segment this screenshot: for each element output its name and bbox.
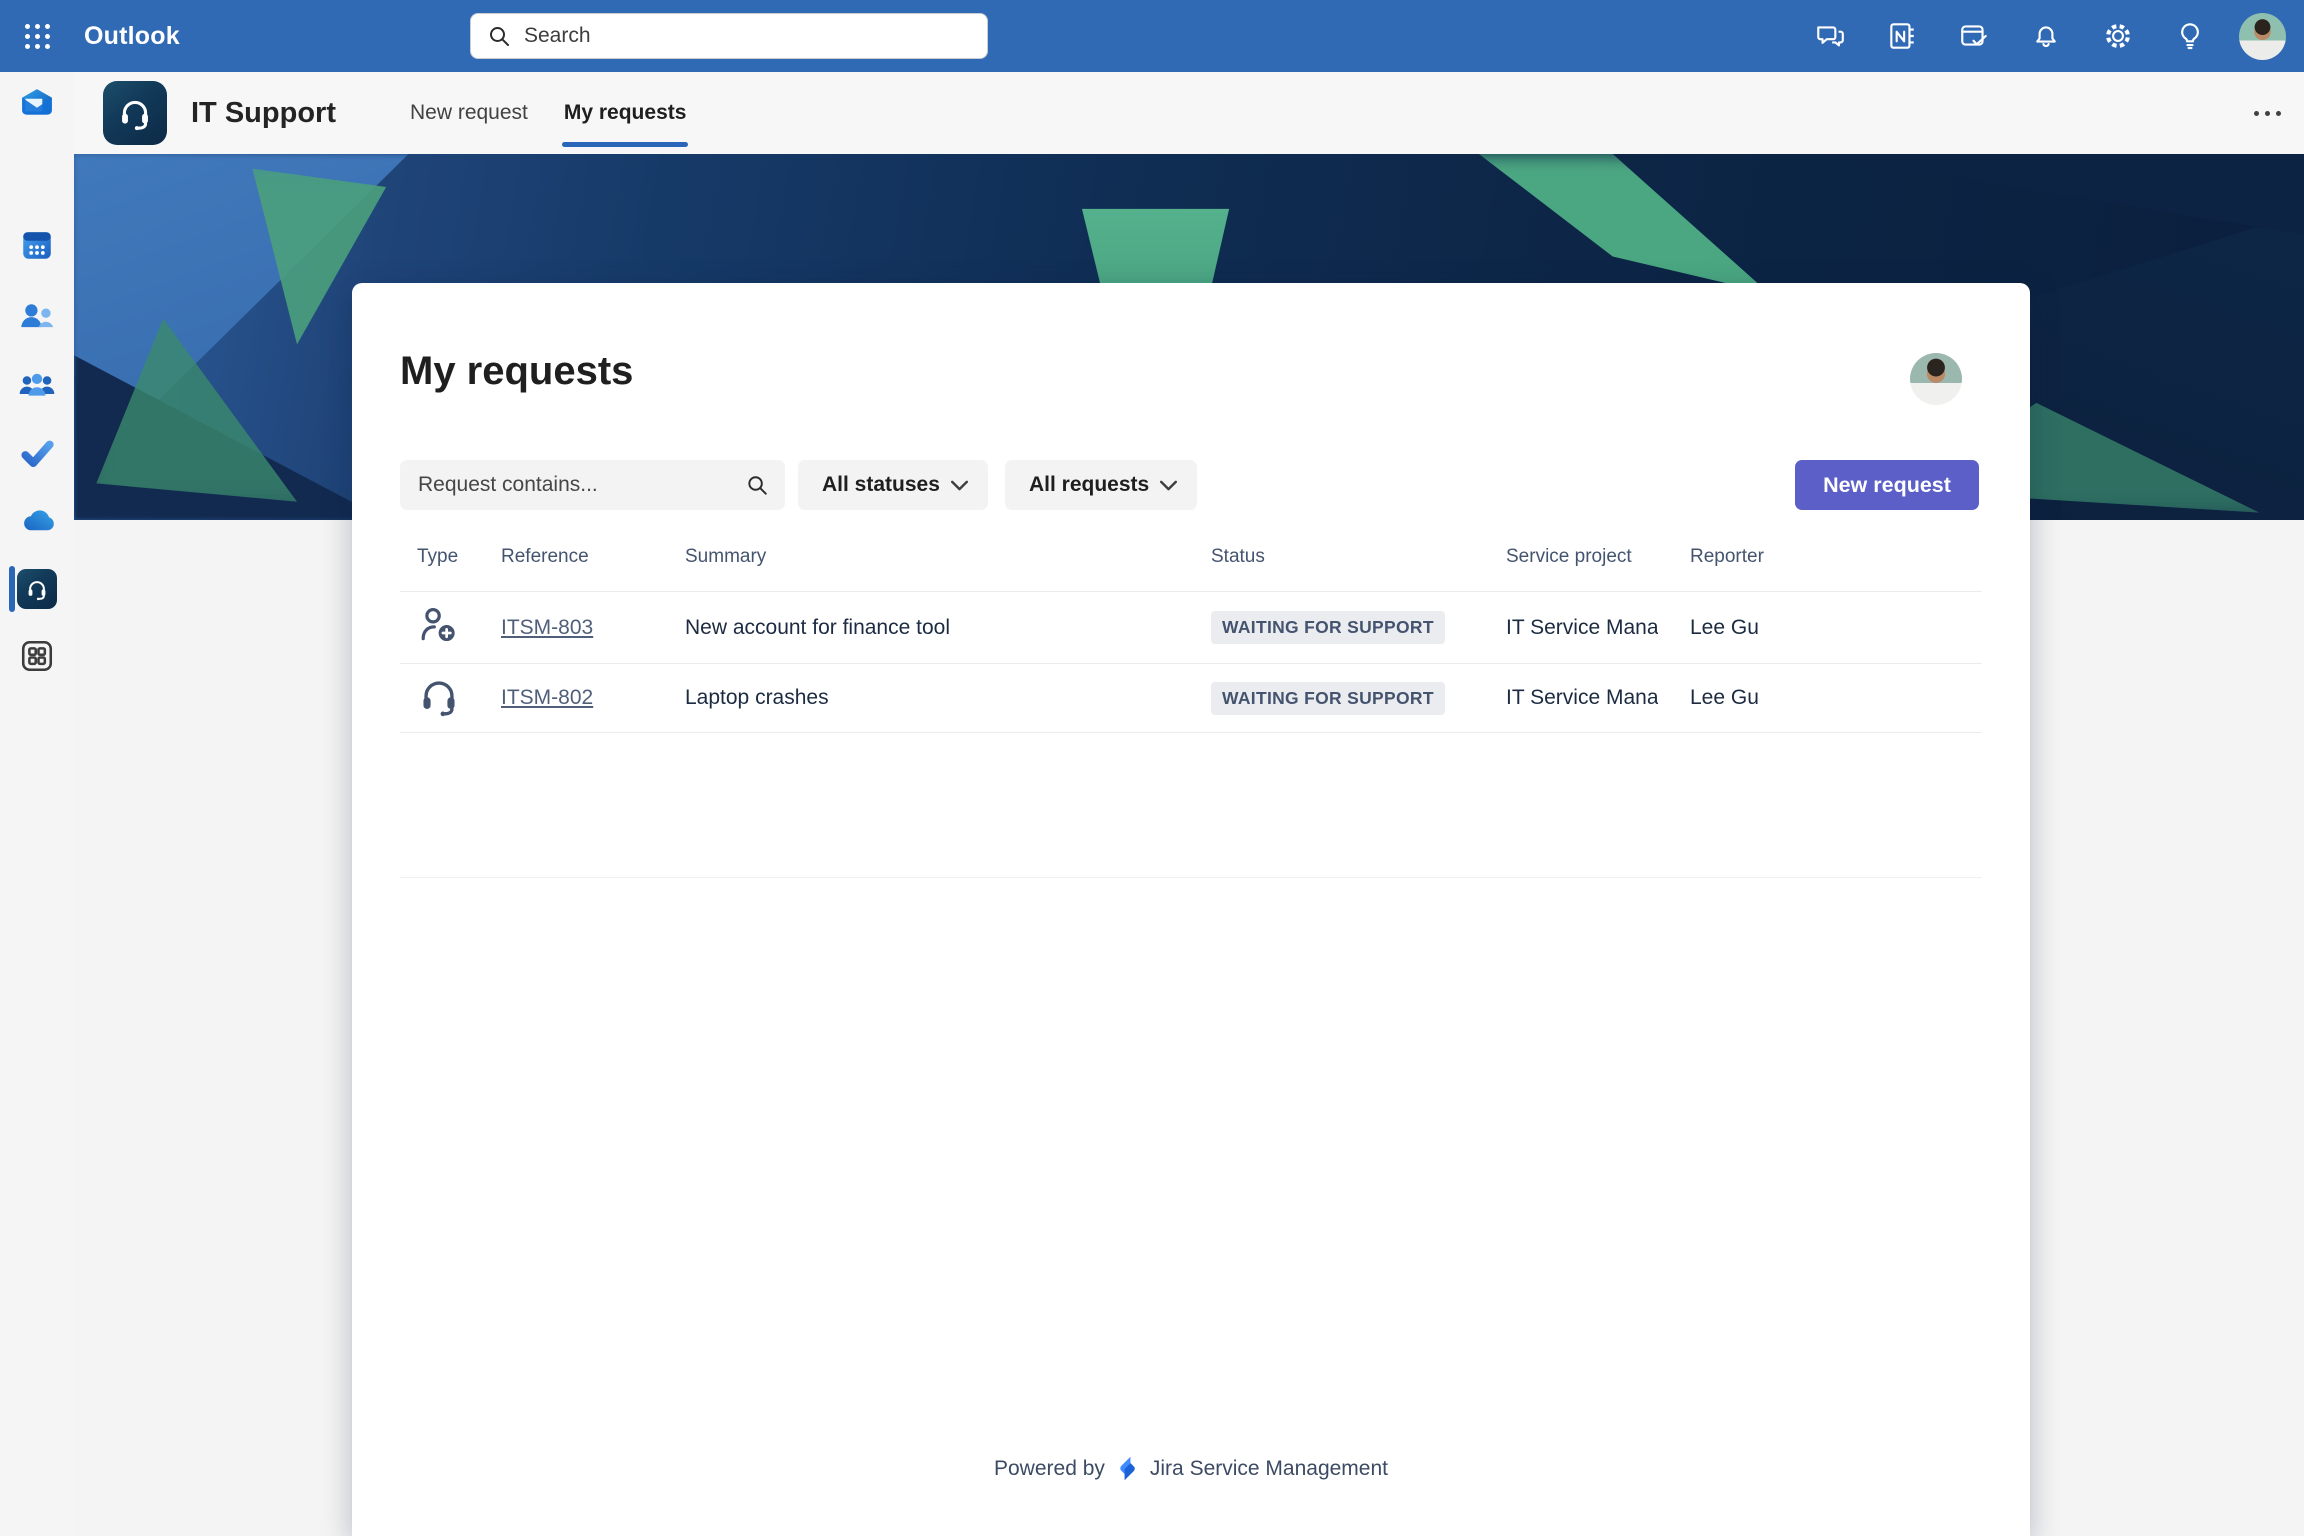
app-launcher-waffle-icon xyxy=(25,24,50,49)
col-status: Status xyxy=(1211,546,1506,568)
more-options-button[interactable] xyxy=(2254,72,2281,154)
col-summary: Summary xyxy=(685,546,1211,568)
status-badge: WAITING FOR SUPPORT xyxy=(1211,682,1445,715)
chat-button[interactable] xyxy=(1794,0,1866,72)
outlook-brand-label: Outlook xyxy=(84,22,180,51)
tips-lightbulb-icon xyxy=(2174,20,2206,52)
table-empty-area xyxy=(400,733,1982,878)
calendar-icon xyxy=(19,227,55,263)
tab-my-requests[interactable]: My requests xyxy=(564,72,687,154)
requests-table: Type Reference Summary Status Service pr… xyxy=(400,523,1982,878)
chat-icon xyxy=(1814,20,1846,52)
it-support-headset-app-icon xyxy=(17,569,57,609)
sidebar-item-groups[interactable] xyxy=(0,359,74,411)
request-filter-input[interactable] xyxy=(418,473,745,497)
sidebar-item-it-support[interactable] xyxy=(0,563,74,615)
request-reference-link[interactable]: ITSM-803 xyxy=(501,616,685,640)
new-request-button[interactable]: New request xyxy=(1795,460,1979,510)
jira-service-management-label: Jira Service Management xyxy=(1150,1457,1388,1481)
app-launcher-button[interactable] xyxy=(0,0,74,72)
my-requests-card: My requests All statuses All requests Ne… xyxy=(352,283,2030,1536)
headset-icon xyxy=(417,674,501,723)
request-summary: Laptop crashes xyxy=(685,686,1211,710)
sidebar-item-onedrive[interactable] xyxy=(0,496,74,548)
page-title: IT Support xyxy=(191,97,336,130)
profile-avatar xyxy=(2239,13,2286,60)
status-badge: WAITING FOR SUPPORT xyxy=(1211,611,1445,644)
jira-logo-icon xyxy=(1114,1455,1141,1482)
request-reference-link[interactable]: ITSM-802 xyxy=(501,686,685,710)
outlook-top-bar: Outlook xyxy=(0,0,2304,72)
more-apps-icon xyxy=(19,638,55,674)
settings-button[interactable] xyxy=(2082,0,2154,72)
powered-by-label: Powered by xyxy=(994,1457,1105,1481)
col-service-project: Service project xyxy=(1506,546,1690,568)
card-footer: Powered by Jira Service Management xyxy=(352,1455,2030,1482)
table-row: ITSM-803 New account for finance tool WA… xyxy=(400,592,1982,664)
tasks-icon xyxy=(1958,20,1990,52)
notifications-bell-icon xyxy=(2030,20,2062,52)
notifications-button[interactable] xyxy=(2010,0,2082,72)
chevron-down-icon xyxy=(1160,480,1177,491)
it-support-app-icon xyxy=(103,81,167,145)
reporter-cell: Lee Gu xyxy=(1690,616,1982,640)
request-filter-box xyxy=(400,460,785,510)
todo-check-icon xyxy=(18,434,56,472)
tasks-button[interactable] xyxy=(1938,0,2010,72)
it-support-header: IT Support New request My requests xyxy=(74,72,2304,154)
reporter-cell: Lee Gu xyxy=(1690,686,1982,710)
header-tabs: New request My requests xyxy=(374,72,686,154)
onedrive-cloud-icon xyxy=(17,502,57,542)
outlook-mail-icon xyxy=(19,86,55,122)
card-title: My requests xyxy=(400,349,633,394)
tab-new-request[interactable]: New request xyxy=(410,72,528,154)
service-project-cell: IT Service Manage xyxy=(1506,686,1658,710)
sidebar-item-calendar[interactable] xyxy=(0,219,74,271)
request-summary: New account for finance tool xyxy=(685,616,1211,640)
table-header-row: Type Reference Summary Status Service pr… xyxy=(400,523,1982,592)
global-search-input[interactable] xyxy=(524,24,971,48)
service-project-cell: IT Service Manage xyxy=(1506,616,1658,640)
settings-gear-icon xyxy=(2102,20,2134,52)
search-icon xyxy=(745,472,769,498)
status-filter-dropdown[interactable]: All statuses xyxy=(798,460,988,510)
sidebar-item-more-apps[interactable] xyxy=(0,630,74,682)
chevron-down-icon xyxy=(951,480,968,491)
sidebar-item-mail[interactable] xyxy=(0,78,74,130)
sidebar-item-people[interactable] xyxy=(0,290,74,342)
user-avatar[interactable] xyxy=(1910,353,1962,405)
global-search-box[interactable] xyxy=(470,13,988,59)
active-app-indicator xyxy=(9,566,15,612)
onenote-button[interactable] xyxy=(1866,0,1938,72)
onenote-icon xyxy=(1886,20,1918,52)
table-row: ITSM-802 Laptop crashes WAITING FOR SUPP… xyxy=(400,664,1982,733)
search-icon xyxy=(487,24,511,48)
people-icon xyxy=(18,297,56,335)
tips-button[interactable] xyxy=(2154,0,2226,72)
profile-button[interactable] xyxy=(2226,0,2298,72)
col-type: Type xyxy=(417,546,501,568)
topbar-actions xyxy=(1794,0,2298,72)
request-type-filter-dropdown[interactable]: All requests xyxy=(1005,460,1197,510)
app-sidebar xyxy=(0,72,74,1536)
status-filter-value: All statuses xyxy=(822,473,940,497)
col-reporter: Reporter xyxy=(1690,546,1982,568)
user-add-icon xyxy=(417,604,501,651)
col-reference: Reference xyxy=(501,546,685,568)
groups-icon xyxy=(18,366,56,404)
request-type-filter-value: All requests xyxy=(1029,473,1149,497)
sidebar-item-todo[interactable] xyxy=(0,427,74,479)
